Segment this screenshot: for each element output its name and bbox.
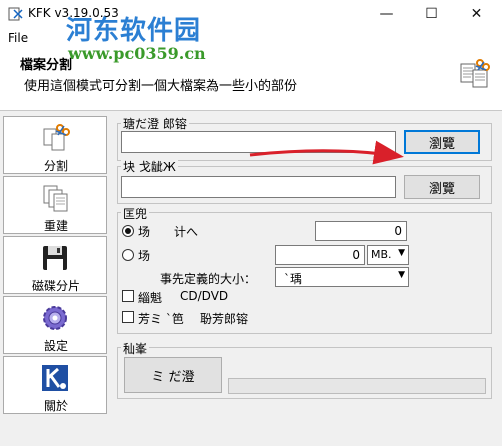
chevron-down-icon: ▼	[398, 248, 405, 258]
preset-size-select[interactable]: `瑀 ▼	[275, 267, 409, 287]
output-folder-input[interactable]	[121, 176, 396, 198]
batch-file-suffix: 聁芳郎镕	[200, 312, 249, 326]
arrow-annotation	[249, 140, 404, 165]
split-by-count-radio[interactable]	[122, 225, 134, 237]
sidebar-item-split[interactable]: 分割	[3, 116, 107, 174]
size-input[interactable]: 0	[275, 245, 365, 265]
source-browse-button[interactable]: 瀏覽	[404, 130, 480, 154]
close-button[interactable]: ✕	[454, 0, 499, 28]
execute-label: 秈峯	[121, 340, 150, 357]
sidebar-item-label: 重建	[43, 219, 68, 233]
cd-dvd-suffix: CD/DVD	[180, 289, 229, 303]
split-by-size-radio[interactable]	[122, 249, 134, 261]
sidebar-item-disk-spanning[interactable]: 磁碟分片	[3, 236, 107, 294]
options-label: 匡兜	[121, 205, 150, 222]
sidebar-item-label: 關於	[43, 399, 68, 413]
count-input[interactable]: 0	[315, 221, 407, 241]
progress-bar	[228, 378, 486, 394]
preset-size-value: `瑀	[284, 272, 303, 286]
unit-select[interactable]: MB. ▼	[367, 245, 409, 265]
split-by-size-label: 场	[138, 249, 151, 263]
kfk-logo-icon	[40, 363, 70, 393]
documents-icon	[40, 183, 70, 213]
sidebar-item-settings[interactable]: 設定	[3, 296, 107, 354]
sidebar-item-rebuild[interactable]: 重建	[3, 176, 107, 234]
batch-file-label: 芳ミ `笆	[138, 312, 184, 326]
unit-select-value: MB.	[371, 248, 392, 261]
sidebar-item-label: 設定	[43, 339, 68, 353]
split-by-count-suffix: 计へ	[174, 225, 199, 239]
gear-icon	[40, 303, 70, 333]
cd-dvd-label: 緇魁	[138, 291, 163, 305]
watermark-url: www.pc0359.cn	[68, 44, 206, 63]
minimize-button[interactable]: —	[364, 0, 409, 28]
app-icon	[8, 6, 24, 22]
source-file-label: 瑭だ澄 郎镕	[121, 115, 189, 132]
page-title: 檔案分割	[20, 58, 73, 73]
preset-size-label: 事先定義的大小：	[160, 272, 257, 286]
sidebar-item-about[interactable]: 關於	[3, 356, 107, 414]
split-execute-button[interactable]: ミ だ澄	[124, 357, 222, 393]
output-folder-label: 块 戈龇Ж	[121, 158, 178, 175]
page-description: 使用這個模式可分割一個大檔案為一些小的部份	[24, 79, 298, 94]
scissors-icon	[40, 123, 70, 153]
sidebar-item-label: 分割	[43, 159, 68, 173]
sidebar-item-label: 磁碟分片	[31, 279, 80, 293]
chevron-down-icon: ▼	[398, 270, 405, 280]
batch-file-checkbox[interactable]	[122, 311, 134, 323]
watermark-site-name: 河东软件园	[66, 16, 202, 46]
split-by-count-label: 场	[138, 225, 151, 239]
scissors-documents-icon	[458, 58, 490, 90]
maximize-button[interactable]: ☐	[409, 0, 454, 28]
cd-dvd-checkbox[interactable]	[122, 290, 134, 302]
sidebar-nav: 分割 重建 磁碟分片 設定 關於	[3, 116, 107, 414]
floppy-disk-icon	[40, 243, 70, 273]
output-browse-button[interactable]: 瀏覽	[404, 175, 480, 199]
menu-file[interactable]: File	[8, 31, 28, 45]
